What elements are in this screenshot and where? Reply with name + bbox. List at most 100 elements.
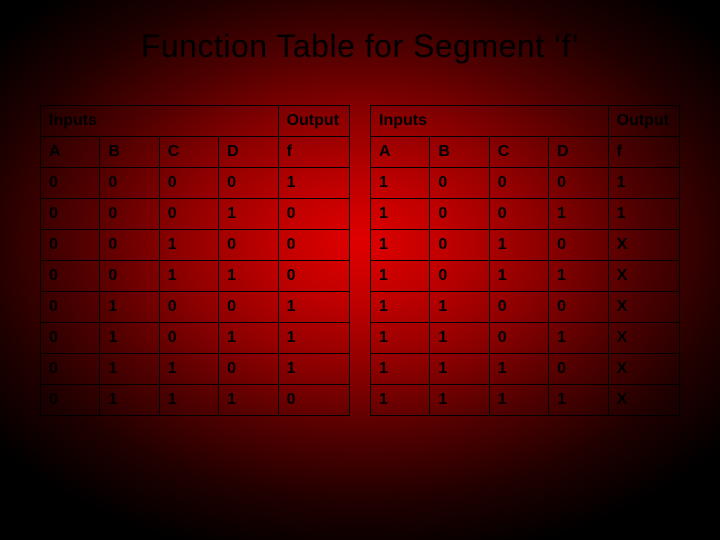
col-header: B: [100, 137, 159, 168]
cell: X: [608, 292, 679, 323]
table-row: 0 0 0 0 1: [41, 168, 350, 199]
cell: 1: [489, 354, 548, 385]
table-row: 0 1 1 0 1: [41, 354, 350, 385]
col-header: f: [278, 137, 349, 168]
col-header: B: [430, 137, 489, 168]
cell: 1: [549, 323, 608, 354]
table-row: 1 0 0 0 1: [371, 168, 680, 199]
cell: 0: [100, 168, 159, 199]
cell: 0: [549, 354, 608, 385]
table-row: 1 1 0 0 X: [371, 292, 680, 323]
table-row: 1 0 0 1 1: [371, 199, 680, 230]
cell: 1: [430, 385, 489, 416]
col-header: D: [549, 137, 608, 168]
cell: 0: [278, 199, 349, 230]
cell: 0: [159, 323, 218, 354]
cell: 0: [41, 323, 100, 354]
cell: 0: [100, 230, 159, 261]
cell: 1: [278, 323, 349, 354]
right-table: Inputs Output A B C D f 1 0 0 0 1 1 0 0 …: [370, 105, 680, 416]
col-header-row: A B C D f: [371, 137, 680, 168]
page-title: Function Table for Segment ‘f’: [0, 0, 720, 105]
cell: 0: [219, 354, 278, 385]
cell: 0: [278, 385, 349, 416]
cell: 1: [159, 354, 218, 385]
cell: 0: [41, 168, 100, 199]
cell: 1: [371, 199, 430, 230]
output-header: Output: [608, 106, 679, 137]
cell: 0: [219, 292, 278, 323]
cell: 1: [430, 292, 489, 323]
cell: X: [608, 261, 679, 292]
col-header: D: [219, 137, 278, 168]
cell: 1: [371, 230, 430, 261]
cell: 0: [41, 354, 100, 385]
col-header: A: [371, 137, 430, 168]
cell: X: [608, 354, 679, 385]
cell: 0: [489, 199, 548, 230]
cell: 0: [278, 261, 349, 292]
cell: 0: [41, 292, 100, 323]
table-row: 1 1 1 1 X: [371, 385, 680, 416]
cell: 1: [278, 292, 349, 323]
cell: 1: [219, 323, 278, 354]
cell: 0: [159, 292, 218, 323]
cell: 0: [430, 199, 489, 230]
cell: 0: [489, 292, 548, 323]
cell: 1: [549, 385, 608, 416]
cell: 1: [100, 354, 159, 385]
table-row: 0 1 0 0 1: [41, 292, 350, 323]
cell: 1: [371, 168, 430, 199]
col-header-row: A B C D f: [41, 137, 350, 168]
table-row: 1 1 1 0 X: [371, 354, 680, 385]
cell: 1: [549, 261, 608, 292]
cell: 0: [100, 261, 159, 292]
cell: 1: [219, 261, 278, 292]
cell: 0: [159, 168, 218, 199]
cell: 0: [549, 230, 608, 261]
cell: 1: [100, 385, 159, 416]
cell: 1: [371, 261, 430, 292]
cell: 1: [278, 168, 349, 199]
col-header: f: [608, 137, 679, 168]
cell: 0: [430, 230, 489, 261]
cell: 1: [159, 230, 218, 261]
cell: 1: [278, 354, 349, 385]
tables-container: Inputs Output A B C D f 0 0 0 0 1 0 0 0 …: [0, 105, 720, 416]
table-row: 1 0 1 0 X: [371, 230, 680, 261]
group-header-row: Inputs Output: [41, 106, 350, 137]
cell: 0: [41, 385, 100, 416]
cell: 1: [100, 323, 159, 354]
cell: 1: [371, 323, 430, 354]
cell: 0: [430, 168, 489, 199]
group-header-row: Inputs Output: [371, 106, 680, 137]
table-row: 0 0 1 1 0: [41, 261, 350, 292]
cell: 1: [219, 199, 278, 230]
cell: 0: [41, 199, 100, 230]
cell: 0: [549, 168, 608, 199]
col-header: A: [41, 137, 100, 168]
cell: 0: [159, 199, 218, 230]
cell: 0: [41, 230, 100, 261]
cell: 0: [41, 261, 100, 292]
cell: 1: [489, 261, 548, 292]
cell: 0: [219, 168, 278, 199]
cell: 1: [159, 385, 218, 416]
cell: 1: [371, 292, 430, 323]
inputs-header: Inputs: [371, 106, 609, 137]
left-table: Inputs Output A B C D f 0 0 0 0 1 0 0 0 …: [40, 105, 350, 416]
cell: 1: [159, 261, 218, 292]
table-row: 0 0 0 1 0: [41, 199, 350, 230]
cell: 1: [549, 199, 608, 230]
table-row: 0 0 1 0 0: [41, 230, 350, 261]
cell: 1: [430, 354, 489, 385]
cell: 1: [371, 354, 430, 385]
cell: X: [608, 385, 679, 416]
table-row: 1 1 0 1 X: [371, 323, 680, 354]
cell: 0: [489, 168, 548, 199]
cell: 1: [489, 385, 548, 416]
col-header: C: [489, 137, 548, 168]
cell: 0: [549, 292, 608, 323]
cell: 0: [278, 230, 349, 261]
cell: 1: [608, 168, 679, 199]
